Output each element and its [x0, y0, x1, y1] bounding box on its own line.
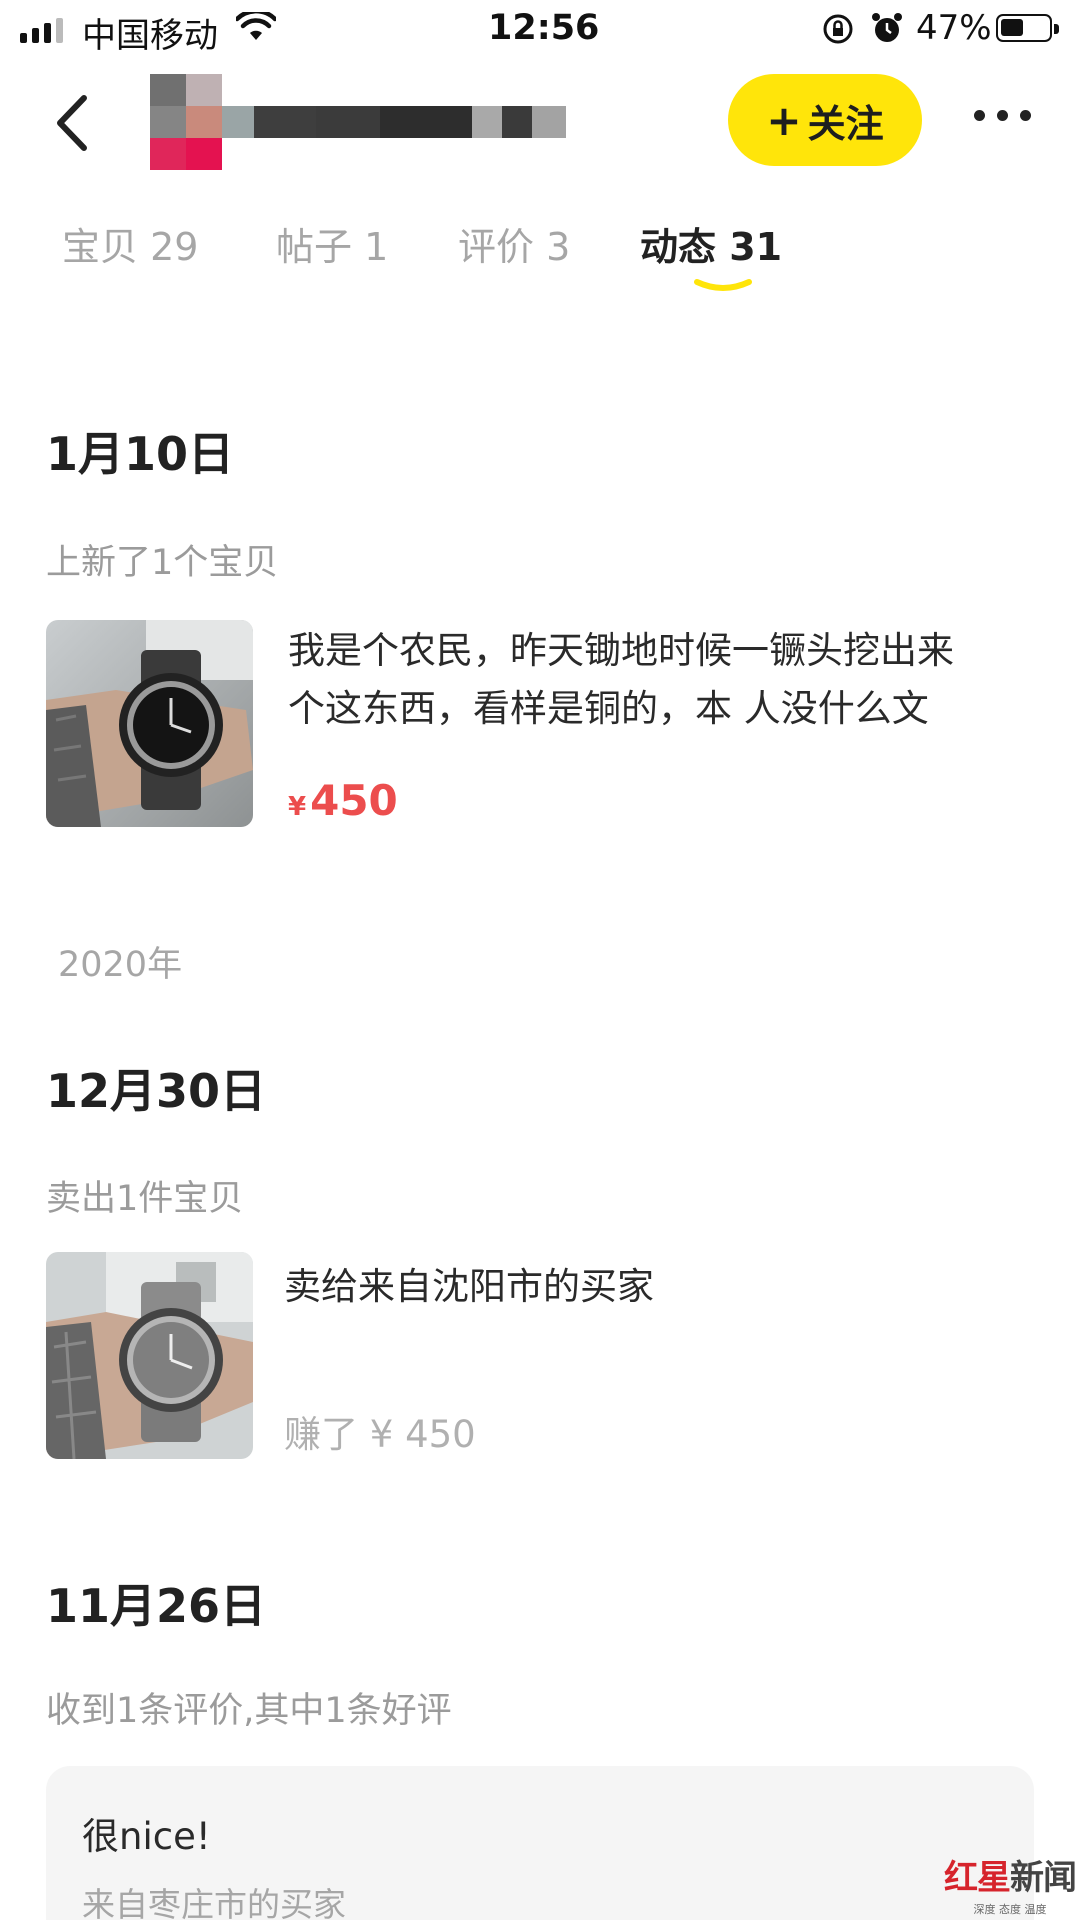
item-thumbnail[interactable] — [46, 1252, 253, 1459]
carrier-name: 中国移动 — [82, 16, 218, 56]
alarm-icon — [872, 13, 902, 42]
follow-label: 关注 — [807, 101, 884, 146]
signal-icon — [20, 18, 63, 43]
username — [222, 106, 566, 138]
tab-posts[interactable]: 帖子 1 — [276, 216, 388, 271]
feed-date: 11月26日 — [46, 1579, 267, 1633]
follow-button[interactable]: + 关注 — [728, 74, 922, 166]
feed-date: 1月10日 — [46, 427, 235, 481]
status-time: 12:56 — [488, 8, 600, 48]
plus-icon: + — [766, 95, 802, 145]
currency-symbol: ¥ — [288, 792, 307, 822]
item-description: 我是个农民，昨天锄地时候一镢头挖出来 个这东西，看样是铜的，本 人没什么文 — [288, 622, 1028, 738]
watermark-logo-part1: 红星 — [944, 1858, 1011, 1898]
battery-icon — [996, 14, 1059, 42]
orientation-lock-icon — [823, 14, 853, 44]
sold-description: 卖给来自沈阳市的买家 — [284, 1265, 654, 1308]
wifi-icon — [236, 12, 276, 40]
feed-subtitle: 收到1条评价,其中1条好评 — [46, 1691, 452, 1731]
status-bar: 中国移动 12:56 47% — [0, 0, 1079, 58]
watermark-logo: 红星新闻 — [944, 1850, 1077, 1899]
feed-subtitle: 上新了1个宝贝 — [46, 543, 279, 583]
feed-subtitle: 卖出1件宝贝 — [46, 1179, 244, 1219]
price-value: 450 — [310, 776, 398, 825]
watch-image — [46, 1252, 253, 1459]
item-price: ¥450 — [288, 776, 398, 825]
review-source: 来自枣庄市的买家 — [82, 1885, 346, 1920]
avatar[interactable] — [150, 74, 222, 170]
item-description-line: 个这东西，看样是铜的，本 人没什么文 — [288, 687, 929, 730]
review-card[interactable]: 很nice! 来自枣庄市的买家 — [46, 1766, 1034, 1920]
watch-image — [46, 620, 253, 827]
tab-bar: 宝贝 29 帖子 1 评价 3 动态 31 — [0, 210, 1079, 300]
battery-percent: 47% — [916, 8, 992, 48]
item-thumbnail[interactable] — [46, 620, 253, 827]
tab-reviews[interactable]: 评价 3 — [458, 216, 570, 271]
tab-activity[interactable]: 动态 31 — [640, 216, 782, 271]
active-tab-indicator — [694, 279, 752, 291]
tab-items[interactable]: 宝贝 29 — [62, 216, 198, 271]
earned-amount: 赚了 ¥ 450 — [284, 1413, 476, 1456]
item-description-line: 我是个农民，昨天锄地时候一镢头挖出来 — [288, 629, 954, 672]
back-icon[interactable] — [48, 88, 98, 158]
more-icon[interactable] — [974, 110, 1031, 121]
year-divider: 2020年 — [58, 945, 183, 985]
review-text: 很nice! — [82, 1815, 211, 1858]
watermark-logo-part2: 新闻 — [1010, 1858, 1077, 1898]
feed-date: 12月30日 — [46, 1064, 267, 1118]
watermark-tagline: 深度 态度 温度 — [973, 1903, 1047, 1916]
news-watermark: 红星新闻 深度 态度 温度 — [944, 1850, 1077, 1917]
